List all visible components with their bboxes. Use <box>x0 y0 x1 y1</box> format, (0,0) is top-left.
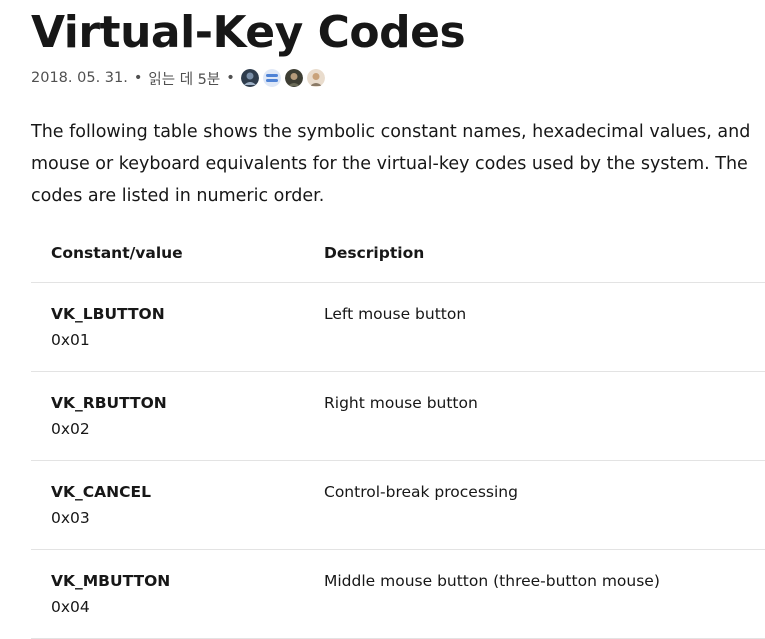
publish-date: 2018. 05. 31. <box>31 70 128 86</box>
contributor-avatar-2[interactable] <box>262 69 281 87</box>
article: Virtual-Key Codes 2018. 05. 31. • 읽는 데 5… <box>31 0 765 639</box>
page-title: Virtual-Key Codes <box>31 7 466 58</box>
intro-paragraph: The following table shows the symbolic c… <box>31 122 751 206</box>
constant-name: VK_MBUTTON <box>51 572 171 590</box>
description-cell: Middle mouse button (three-button mouse) <box>304 549 765 639</box>
contributors-list[interactable] <box>240 69 325 87</box>
virtual-key-table: Constant/value Description VK_LBUTTON 0x… <box>31 224 765 639</box>
reading-time: 읽는 데 5분 <box>148 71 221 88</box>
table-header-row: Constant/value Description <box>31 224 765 283</box>
constant-cell: VK_LBUTTON 0x01 <box>31 282 304 372</box>
contributor-avatar-1[interactable] <box>240 69 259 87</box>
constant-name: VK_CANCEL <box>51 483 151 501</box>
constant-value: 0x02 <box>51 420 90 438</box>
description-cell: Right mouse button <box>304 371 765 461</box>
table-row: VK_LBUTTON 0x01 Left mouse button <box>31 282 765 372</box>
bullet-separator: • <box>133 70 143 86</box>
constant-name: VK_RBUTTON <box>51 394 167 412</box>
contributor-avatar-3[interactable] <box>284 69 303 87</box>
table-row: VK_CANCEL 0x03 Control-break processing <box>31 460 765 550</box>
column-header-description: Description <box>304 224 765 283</box>
table-row: VK_RBUTTON 0x02 Right mouse button <box>31 371 765 461</box>
contributor-avatar-4[interactable] <box>306 69 325 87</box>
constant-cell: VK_RBUTTON 0x02 <box>31 371 304 461</box>
column-header-constant: Constant/value <box>31 224 304 283</box>
description-cell: Left mouse button <box>304 282 765 372</box>
table-row: VK_MBUTTON 0x04 Middle mouse button (thr… <box>31 549 765 639</box>
constant-value: 0x04 <box>51 598 90 616</box>
bullet-separator: • <box>226 70 235 86</box>
article-metadata: 2018. 05. 31. • 읽는 데 5분 • <box>31 66 765 90</box>
constant-cell: VK_MBUTTON 0x04 <box>31 549 304 639</box>
constant-name: VK_LBUTTON <box>51 305 165 323</box>
description-cell: Control-break processing <box>304 460 765 550</box>
constant-cell: VK_CANCEL 0x03 <box>31 460 304 550</box>
constant-value: 0x01 <box>51 331 90 349</box>
constant-value: 0x03 <box>51 509 90 527</box>
